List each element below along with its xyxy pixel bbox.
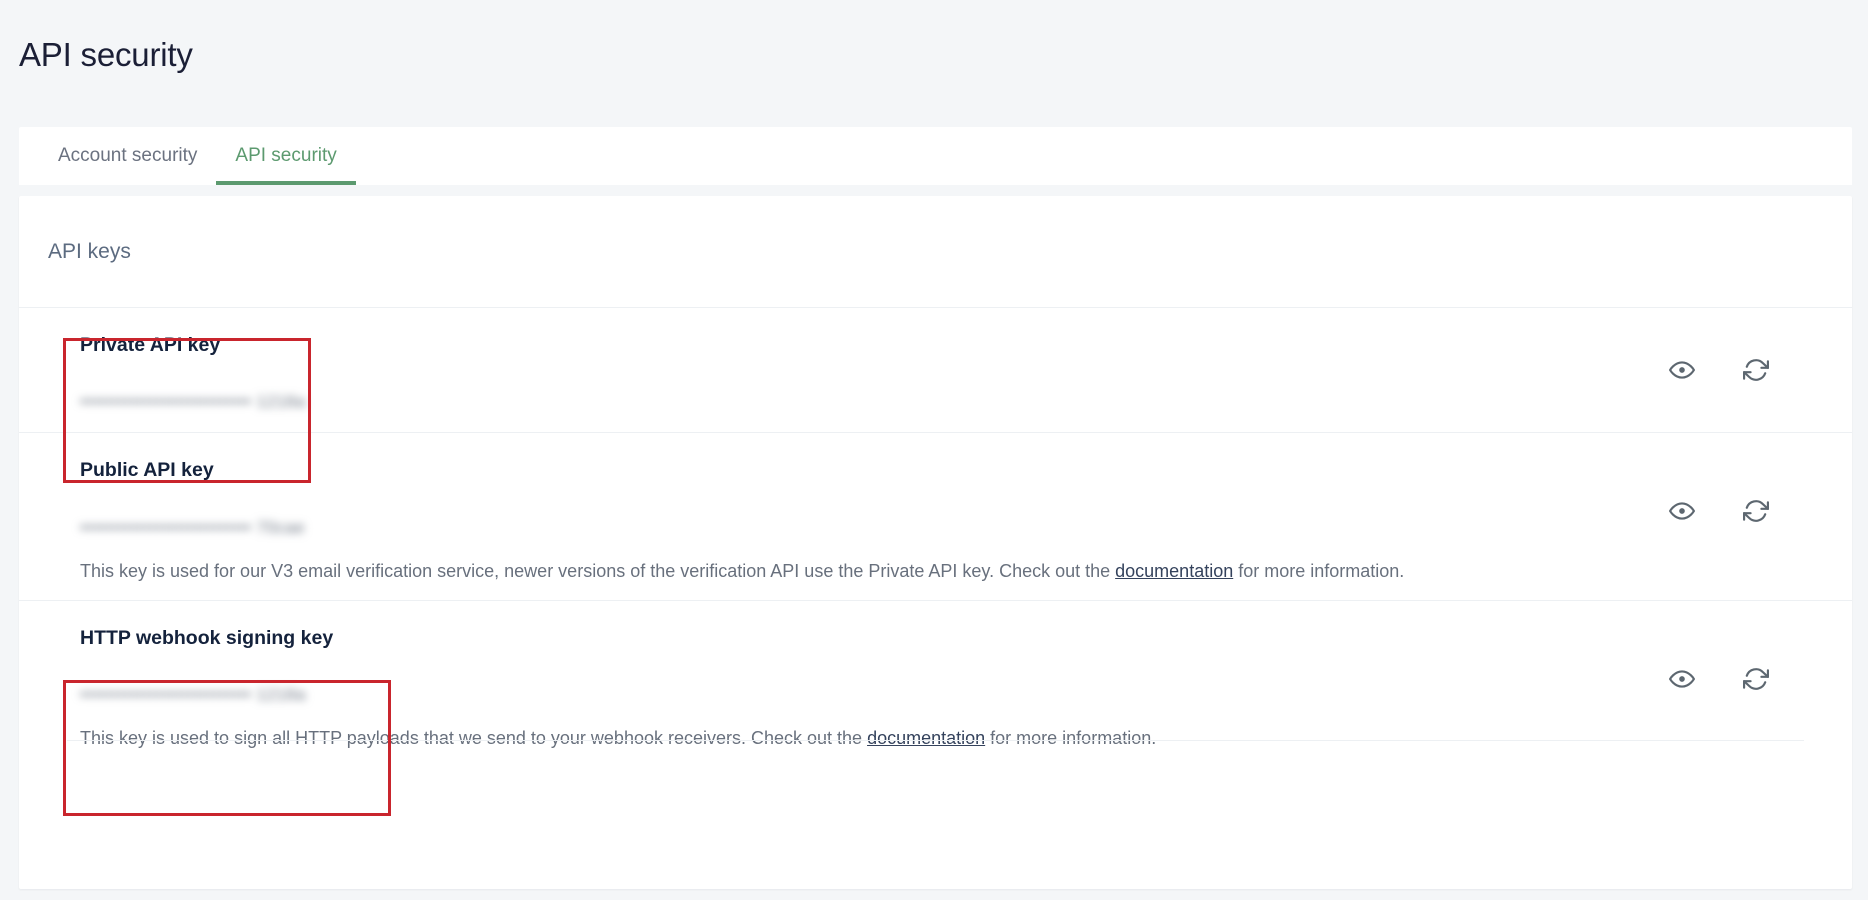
refresh-icon-private[interactable]	[1740, 354, 1772, 386]
api-security-page: API security Account security API securi…	[0, 0, 1868, 900]
key-value-private: ••••••••••••••••••••••••••• 1218a	[80, 392, 1823, 414]
key-value-masked-public: ••••••••••••••••••••••••••• 70cae	[80, 517, 305, 537]
card-bottom-divider	[67, 740, 1804, 742]
key-label-webhook: HTTP webhook signing key	[80, 626, 334, 649]
key-description-webhook-text-before: This key is used to sign all HTTP payloa…	[80, 728, 868, 749]
key-value-masked-private: ••••••••••••••••••••••••••• 1218a	[80, 392, 306, 412]
tab-api-security[interactable]: API security	[216, 127, 357, 185]
api-keys-card: API keys Private API key •••••••••••••••…	[19, 196, 1852, 889]
tab-bar: Account security API security	[19, 127, 1852, 185]
card-header: API keys	[19, 196, 1852, 308]
key-label-private: Private API key	[80, 334, 221, 356]
documentation-link-public[interactable]: documentation	[1115, 561, 1233, 581]
api-key-row-public: Public API key •••••••••••••••••••••••••…	[19, 433, 1852, 601]
key-actions-webhook	[1666, 663, 1772, 695]
key-description-webhook: This key is used to sign all HTTP payloa…	[48, 725, 1823, 767]
key-value-masked-webhook: ••••••••••••••••••••••••••• 1218a	[80, 685, 306, 705]
documentation-link-webhook[interactable]: documentation	[867, 728, 985, 748]
refresh-icon-webhook[interactable]	[1740, 663, 1772, 695]
key-value-public: ••••••••••••••••••••••••••• 70cae	[80, 518, 1823, 540]
key-description-public-text-after: for more information.	[1233, 560, 1405, 581]
key-value-webhook: ••••••••••••••••••••••••••• 1218a	[80, 685, 1823, 707]
key-label-public: Public API key	[80, 459, 214, 482]
key-actions-private	[1666, 354, 1772, 386]
eye-icon-webhook[interactable]	[1666, 663, 1698, 695]
key-actions-public	[1666, 495, 1772, 527]
card-header-title: API keys	[48, 239, 131, 263]
refresh-icon-public[interactable]	[1740, 495, 1772, 527]
tab-account-security[interactable]: Account security	[39, 127, 216, 185]
eye-icon-public[interactable]	[1666, 495, 1698, 527]
api-key-row-webhook: HTTP webhook signing key •••••••••••••••…	[19, 601, 1852, 767]
page-title: API security	[19, 36, 193, 73]
key-description-webhook-text-after: for more information.	[985, 728, 1157, 749]
key-description-public-text-before: This key is used for our V3 email verifi…	[80, 560, 1116, 581]
api-key-row-private: Private API key ••••••••••••••••••••••••…	[19, 308, 1852, 434]
key-description-public: This key is used for our V3 email verifi…	[48, 558, 1823, 600]
eye-icon-private[interactable]	[1666, 354, 1698, 386]
